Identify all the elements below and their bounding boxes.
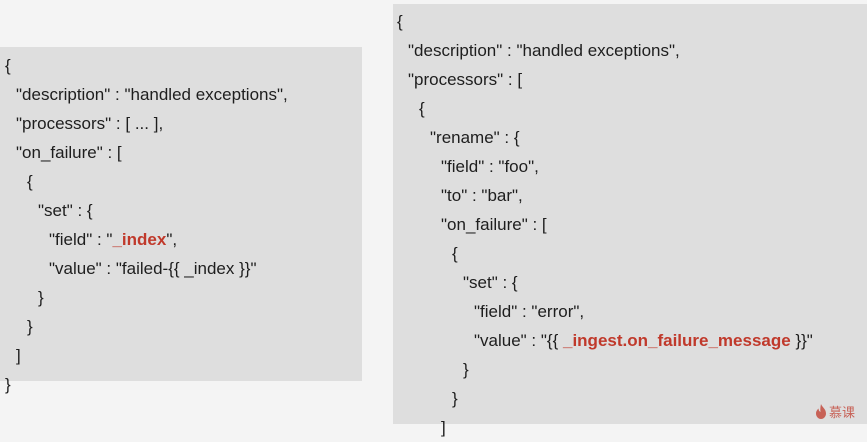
code-line: } [0,283,362,312]
code-token: } [27,317,33,336]
code-line: "processors" : [ ... ], [0,109,362,138]
code-token: ", [166,230,178,249]
code-line: { [393,94,867,123]
highlighted-token: _ingest.on_failure_message [563,331,791,350]
code-line: { [0,167,362,196]
code-token: "set" : { [38,201,93,220]
code-line: ] [393,413,867,442]
code-token: "on_failure" : [ [441,215,547,234]
code-token: { [397,12,403,31]
code-token: } [452,389,458,408]
code-token: "to" : "bar", [441,186,523,205]
code-line: "to" : "bar", [393,181,867,210]
code-token: "rename" : { [430,128,520,147]
highlighted-token: _index [112,230,167,249]
code-line: "value" : "{{ _ingest.on_failure_message… [393,326,867,355]
code-token: }}" [790,331,813,350]
watermark: 慕课 [815,402,855,421]
code-token: "description" : "handled exceptions", [408,41,680,60]
code-line: ] [0,341,362,370]
code-token: { [452,244,458,263]
code-token: "value" : "{{ [474,331,563,350]
code-token: { [27,172,33,191]
code-token: "processors" : [ [408,70,523,89]
watermark-text: 慕课 [828,406,855,421]
code-token: "processors" : [ ... ], [16,114,164,133]
code-line: "description" : "handled exceptions", [393,36,867,65]
code-line: "description" : "handled exceptions", [0,80,362,109]
code-line: } [393,384,867,413]
code-token: "field" : "foo", [441,157,539,176]
code-line: "field" : "error", [393,297,867,326]
code-token: { [419,99,425,118]
code-token: "value" : "failed-{{ _index }}" [49,259,257,278]
code-line: "value" : "failed-{{ _index }}" [0,254,362,283]
code-token: "field" : "error", [474,302,585,321]
code-line: "rename" : { [393,123,867,152]
code-line: { [393,7,867,36]
code-token: } [5,375,11,394]
code-line: } [0,312,362,341]
code-line: "field" : "_index", [0,225,362,254]
code-token: "set" : { [463,273,518,292]
code-line: "on_failure" : [ [393,210,867,239]
right-code-block: { "description" : "handled exceptions", "p… [393,4,867,437]
left-code-block: { "description" : "handled exceptions", "p… [0,47,362,394]
code-token: } [463,360,469,379]
code-line: } [0,370,362,399]
code-line: "on_failure" : [ [0,138,362,167]
code-line: { [0,51,362,80]
code-token: } [38,288,44,307]
code-token: "field" : " [49,230,113,249]
code-line: "field" : "foo", [393,152,867,181]
flame-icon [815,404,826,419]
code-line: { [393,239,867,268]
code-token: "description" : "handled exceptions", [16,85,288,104]
code-token: ] [16,346,21,365]
code-token: "on_failure" : [ [16,143,122,162]
code-line: "processors" : [ [393,65,867,94]
code-line: "set" : { [0,196,362,225]
code-token: { [5,56,11,75]
code-token: ] [441,418,446,437]
code-line: "set" : { [393,268,867,297]
code-line: } [393,355,867,384]
